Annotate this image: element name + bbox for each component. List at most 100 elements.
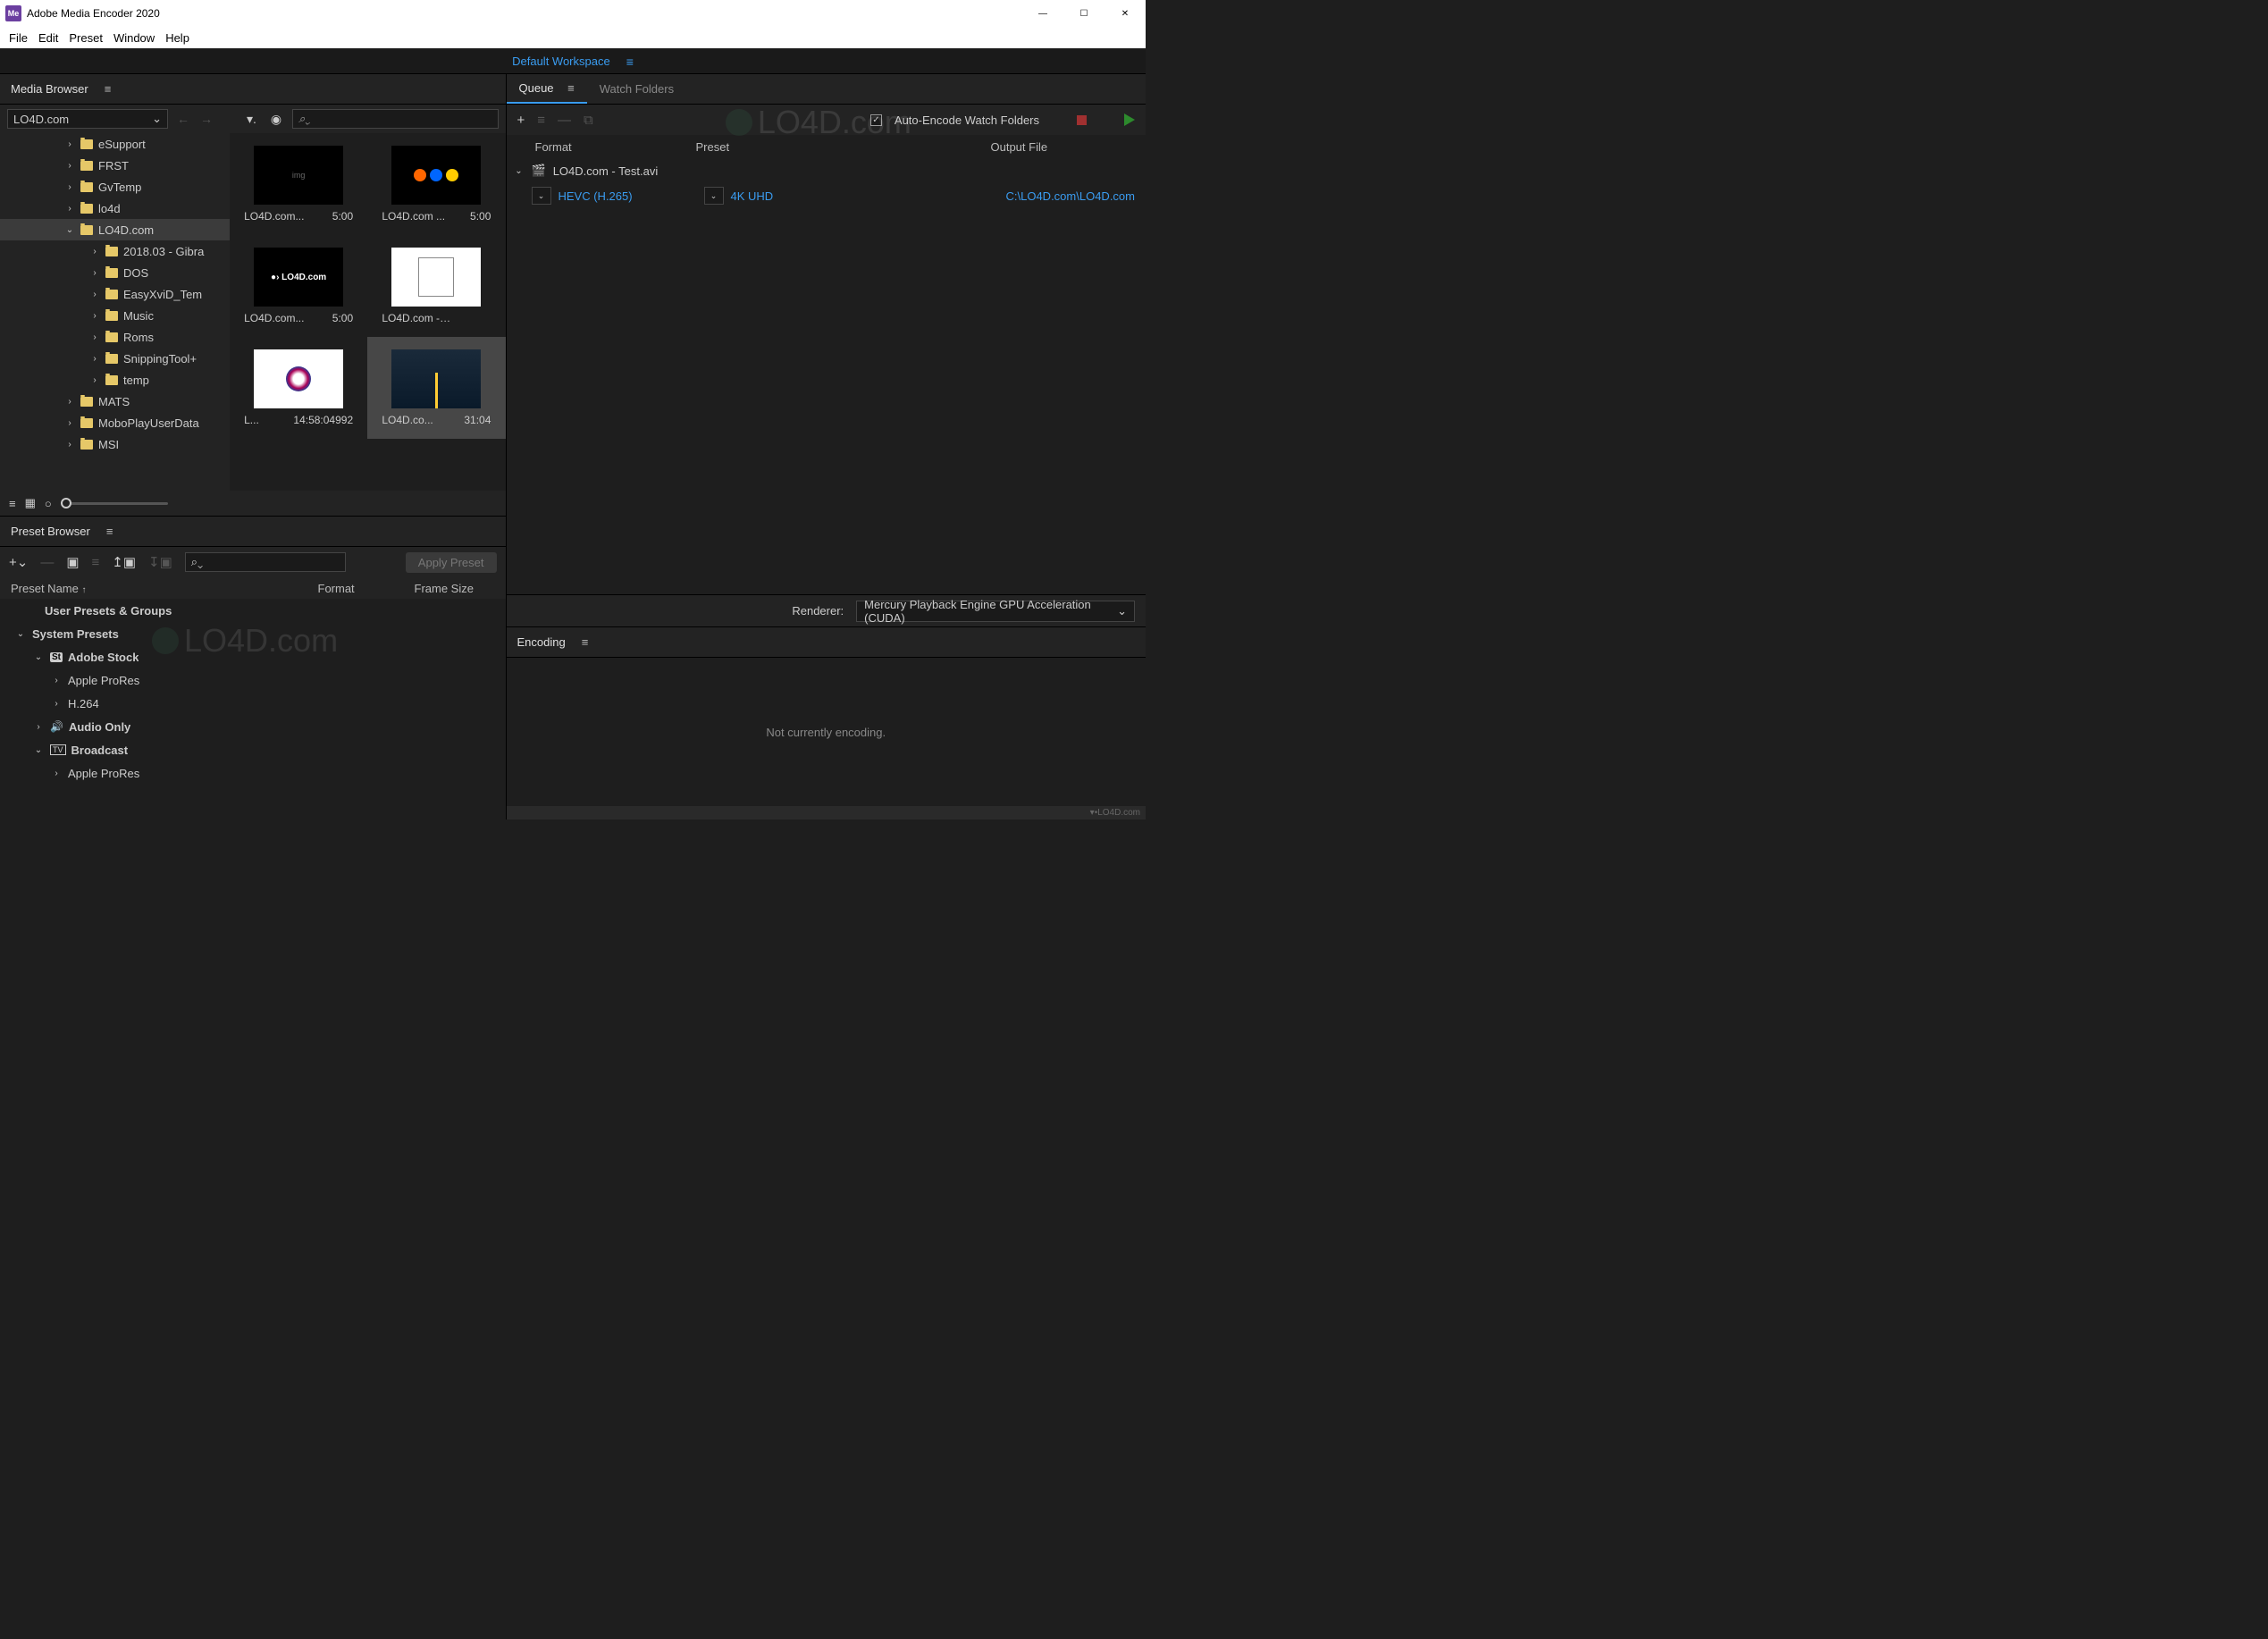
thumbnail[interactable]: LO4D.com ...5:00 [367, 133, 505, 235]
start-queue-icon[interactable] [1124, 113, 1135, 126]
preset-search-input[interactable]: ⌕⌄ [185, 552, 346, 572]
caret-icon[interactable]: › [89, 268, 100, 278]
media-browser-menu-icon[interactable]: ≡ [105, 82, 112, 96]
caret-icon[interactable]: › [89, 311, 100, 321]
caret-icon[interactable]: › [89, 290, 100, 299]
list-view-icon[interactable]: ≡ [9, 497, 16, 510]
tree-row[interactable]: ⌄LO4D.com [0, 219, 230, 240]
caret-icon[interactable]: › [50, 676, 63, 685]
tree-row[interactable]: ›Music [0, 305, 230, 326]
remove-item-icon[interactable]: — [558, 113, 571, 128]
tree-row[interactable]: ›2018.03 - Gibra [0, 240, 230, 262]
nav-back-icon[interactable]: ← [175, 112, 191, 126]
caret-icon[interactable]: ⌄ [32, 652, 45, 662]
new-group-icon[interactable]: ▣ [66, 554, 79, 570]
maximize-button[interactable]: ☐ [1063, 0, 1105, 27]
preset-row[interactable]: ⌄System Presets [0, 622, 506, 645]
caret-icon[interactable]: › [89, 375, 100, 385]
caret-icon[interactable]: › [89, 332, 100, 342]
caret-icon[interactable]: › [64, 161, 75, 171]
tree-row[interactable]: ›Roms [0, 326, 230, 348]
output-format[interactable]: HEVC (H.265) [559, 189, 697, 203]
col-preset-name[interactable]: Preset Name ↑ [11, 582, 311, 595]
preset-row[interactable]: ›Apple ProRes [0, 668, 506, 692]
thumbnail[interactable]: LO4D.com - Pro... [367, 235, 505, 337]
caret-icon[interactable]: ⌄ [32, 745, 45, 755]
encoding-menu-icon[interactable]: ≡ [582, 635, 589, 649]
tree-row[interactable]: ›MATS [0, 391, 230, 412]
tab-watch-folders[interactable]: Watch Folders [587, 75, 686, 103]
tree-row[interactable]: ›eSupport [0, 133, 230, 155]
path-dropdown[interactable]: LO4D.com ⌄ [7, 109, 168, 129]
remove-preset-icon[interactable]: — [40, 555, 54, 570]
queue-list[interactable]: ⌄ 🎬 LO4D.com - Test.avi ⌄ HEVC (H.265) ⌄… [507, 158, 1147, 594]
tree-row[interactable]: ›FRST [0, 155, 230, 176]
output-preset[interactable]: 4K UHD [731, 189, 999, 203]
tab-queue[interactable]: Queue ≡ [507, 74, 587, 104]
preset-row[interactable]: User Presets & Groups [0, 599, 506, 622]
search-input[interactable]: ⌕⌄ [292, 109, 498, 129]
nav-forward-icon[interactable]: → [198, 112, 214, 126]
caret-icon[interactable]: › [32, 722, 45, 732]
preset-row[interactable]: ›Apple ProRes [0, 761, 506, 785]
thumbnail[interactable]: L...14:58:04992 [230, 337, 367, 439]
workspace-menu-icon[interactable]: ≡ [626, 55, 634, 69]
caret-icon[interactable]: › [64, 182, 75, 192]
caret-icon[interactable]: › [64, 440, 75, 450]
queue-source-row[interactable]: ⌄ 🎬 LO4D.com - Test.avi [507, 158, 1147, 183]
preset-row[interactable]: ⌄TVBroadcast [0, 738, 506, 761]
tree-row[interactable]: ›temp [0, 369, 230, 391]
thumbnail-grid[interactable]: LO4D.com imgLO4D.com...5:00LO4D.com ...5… [230, 133, 506, 491]
caret-icon[interactable]: ⌄ [64, 225, 75, 235]
tree-row[interactable]: ›MoboPlayUserData [0, 412, 230, 433]
folder-tree[interactable]: ›eSupport›FRST›GvTemp›lo4d⌄LO4D.com›2018… [0, 133, 230, 491]
stop-queue-icon[interactable] [1077, 115, 1087, 125]
tree-row[interactable]: ›lo4d [0, 198, 230, 219]
caret-icon[interactable]: › [64, 397, 75, 407]
auto-encode-checkbox[interactable]: ✓ [870, 114, 882, 126]
caret-icon[interactable]: › [64, 418, 75, 428]
queue-menu-icon[interactable]: ≡ [567, 81, 575, 95]
thumbnail[interactable]: LO4D.co...31:04 [367, 337, 505, 439]
col-frame-size[interactable]: Frame Size [415, 582, 495, 595]
preset-dropdown[interactable]: ⌄ [704, 187, 724, 205]
menu-preset[interactable]: Preset [63, 31, 108, 45]
caret-icon[interactable]: › [64, 204, 75, 214]
menu-help[interactable]: Help [160, 31, 195, 45]
tree-row[interactable]: ›MSI [0, 433, 230, 455]
preset-row[interactable]: ›H.264 [0, 692, 506, 715]
add-source-icon[interactable]: + [517, 113, 525, 128]
thumbnail[interactable]: imgLO4D.com...5:00 [230, 133, 367, 235]
queue-output-row[interactable]: ⌄ HEVC (H.265) ⌄ 4K UHD C:\LO4D.com\LO4D… [507, 183, 1147, 208]
caret-icon[interactable]: ⌄ [14, 629, 27, 639]
caret-icon[interactable]: › [89, 354, 100, 364]
caret-icon[interactable]: › [50, 699, 63, 709]
output-file[interactable]: C:\LO4D.com\LO4D.com [1006, 189, 1136, 203]
filter-icon[interactable]: ▾. [243, 112, 260, 127]
minimize-button[interactable]: — [1022, 0, 1063, 27]
export-preset-icon[interactable]: ↧▣ [148, 554, 172, 570]
caret-icon[interactable]: › [64, 139, 75, 149]
add-output-icon[interactable]: ≡ [537, 113, 545, 128]
add-preset-icon[interactable]: +⌄ [9, 554, 28, 570]
apply-preset-button[interactable]: Apply Preset [406, 552, 497, 573]
close-button[interactable]: ✕ [1105, 0, 1146, 27]
renderer-dropdown[interactable]: Mercury Playback Engine GPU Acceleration… [856, 601, 1135, 622]
grid-view-icon[interactable]: ▦ [25, 496, 36, 510]
tree-row[interactable]: ›EasyXviD_Tem [0, 283, 230, 305]
preset-row[interactable]: ›🔊Audio Only [0, 715, 506, 738]
menu-window[interactable]: Window [108, 31, 160, 45]
caret-icon[interactable]: › [89, 247, 100, 256]
tree-row[interactable]: ›GvTemp [0, 176, 230, 198]
preset-list[interactable]: LO4D.com User Presets & Groups⌄System Pr… [0, 599, 506, 820]
thumbnail[interactable]: ●› LO4D.comLO4D.com...5:00 [230, 235, 367, 337]
menu-edit[interactable]: Edit [33, 31, 63, 45]
preset-browser-menu-icon[interactable]: ≡ [106, 525, 113, 538]
preset-settings-icon[interactable]: ≡ [92, 555, 100, 570]
col-format[interactable]: Format [318, 582, 407, 595]
tree-row[interactable]: ›SnippingTool+ [0, 348, 230, 369]
workspace-label[interactable]: Default Workspace [512, 55, 610, 68]
import-preset-icon[interactable]: ↥▣ [112, 554, 136, 570]
tree-row[interactable]: ›DOS [0, 262, 230, 283]
caret-icon[interactable]: ⌄ [514, 166, 525, 176]
